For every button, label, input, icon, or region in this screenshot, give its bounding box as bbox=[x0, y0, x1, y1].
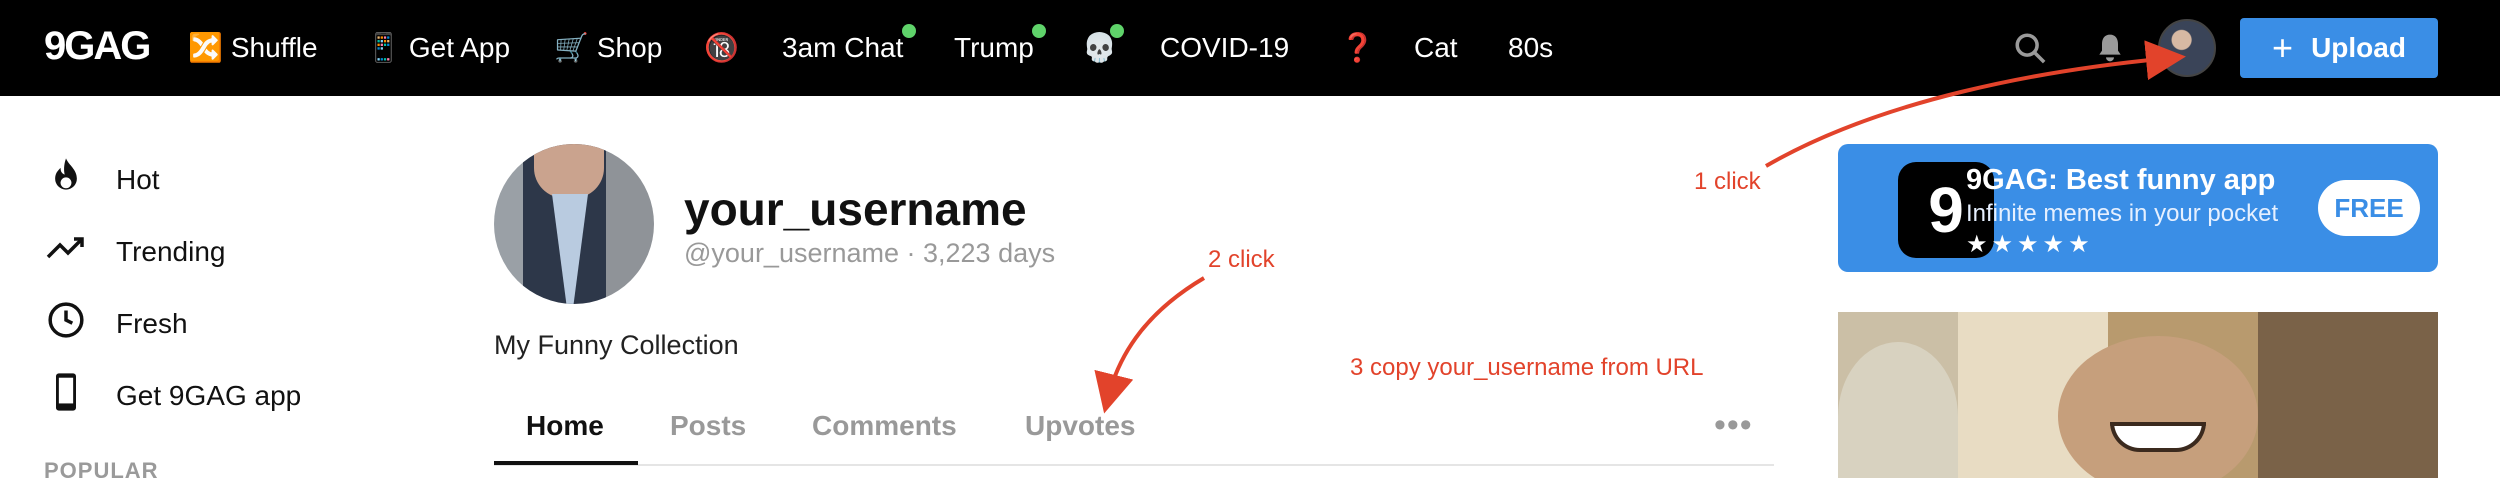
nav-get-app[interactable]: 📱 Get App bbox=[366, 28, 510, 68]
nav-label: Shuffle bbox=[230, 32, 318, 63]
free-button[interactable]: FREE bbox=[2318, 180, 2420, 236]
annotation-step-3: 3 copy your_username from URL bbox=[1350, 354, 1704, 381]
online-dot bbox=[1032, 24, 1046, 38]
top-navbar: 9GAG 🔀 Shuffle 📱 Get App 🛒 Shop 🔞 3am Ch… bbox=[0, 0, 2500, 96]
nav-label: Shop bbox=[596, 32, 663, 63]
tab-posts[interactable]: Posts bbox=[670, 410, 746, 442]
nav-shop[interactable]: 🛒 Shop bbox=[554, 28, 662, 68]
search-icon[interactable] bbox=[2010, 28, 2050, 68]
nav-label: Get App bbox=[408, 32, 511, 63]
nav-question[interactable]: ❓ bbox=[1340, 28, 1383, 68]
sidebar-item-label: Fresh bbox=[116, 308, 188, 339]
tabs-divider bbox=[494, 464, 1774, 466]
nav-3am-chat[interactable]: 3am Chat bbox=[782, 28, 903, 68]
profile-avatar bbox=[494, 144, 654, 304]
image-vase bbox=[1838, 342, 1958, 478]
annotation-step-1: 1 click bbox=[1694, 168, 1761, 195]
upload-button[interactable]: + Upload bbox=[2240, 18, 2438, 78]
skull-icon: 💀 bbox=[1082, 32, 1117, 63]
online-dot bbox=[902, 24, 916, 38]
nav-cat[interactable]: Cat bbox=[1414, 28, 1458, 68]
nsfw-icon: 🔞 bbox=[704, 32, 739, 63]
profile-username: your_username bbox=[684, 183, 1027, 235]
active-tab-indicator bbox=[494, 461, 638, 465]
nav-label: 3am Chat bbox=[782, 32, 904, 63]
logo[interactable]: 9GAG bbox=[44, 24, 151, 69]
nav-trump[interactable]: Trump bbox=[954, 28, 1034, 68]
tab-upvotes[interactable]: Upvotes bbox=[1025, 410, 1135, 442]
clock-icon bbox=[44, 301, 88, 347]
image-face bbox=[2058, 336, 2258, 478]
shuffle-icon: 🔀 bbox=[188, 32, 223, 63]
sidebar-item-hot[interactable]: Hot bbox=[44, 156, 160, 204]
nav-label: 80s bbox=[1508, 32, 1554, 63]
image-grin bbox=[2110, 422, 2206, 452]
online-dot bbox=[1110, 24, 1124, 38]
user-avatar[interactable] bbox=[2158, 19, 2216, 77]
app-title: 9GAG: Best funny app bbox=[1966, 164, 2276, 196]
page: 9GAG 🔀 Shuffle 📱 Get App 🛒 Shop 🔞 3am Ch… bbox=[0, 0, 2500, 478]
sidebar-item-trending[interactable]: Trending bbox=[44, 228, 225, 276]
sidebar-item-label: Hot bbox=[116, 164, 160, 195]
app-subtitle: Infinite memes in your pocket bbox=[1966, 200, 2279, 227]
more-options-icon[interactable]: ••• bbox=[1714, 406, 1753, 445]
rating-stars: ★★★★★ bbox=[1966, 231, 2094, 258]
nav-nsfw[interactable]: 🔞 bbox=[704, 28, 747, 68]
sidebar-item-fresh[interactable]: Fresh bbox=[44, 300, 188, 348]
nav-label: COVID-19 bbox=[1160, 32, 1290, 63]
nav-shuffle[interactable]: 🔀 Shuffle bbox=[188, 28, 318, 68]
question-icon: ❓ bbox=[1340, 32, 1375, 63]
annotation-step-2: 2 click bbox=[1208, 246, 1275, 273]
nav-covid[interactable]: COVID-19 bbox=[1160, 28, 1289, 68]
tab-home[interactable]: Home bbox=[526, 410, 604, 442]
nav-80s[interactable]: 80s bbox=[1508, 28, 1553, 68]
cart-icon: 🛒 bbox=[554, 32, 589, 63]
sidebar-item-label: Get 9GAG app bbox=[116, 380, 302, 411]
phone-icon bbox=[44, 372, 88, 420]
profile-collection-title: My Funny Collection bbox=[494, 330, 739, 360]
flame-icon bbox=[44, 157, 88, 203]
avatar-face bbox=[534, 144, 604, 198]
plus-icon: + bbox=[2272, 27, 2294, 68]
arrow-to-upvotes bbox=[1094, 276, 1206, 414]
avatar-shirt bbox=[552, 194, 588, 304]
nav-label: Trump bbox=[954, 32, 1034, 63]
profile-handle: @your_username · 3,223 days bbox=[684, 238, 1056, 268]
sidebar-item-get-app[interactable]: Get 9GAG app bbox=[44, 372, 301, 420]
sidebar-section-heading: POPULAR bbox=[44, 458, 159, 478]
trending-icon bbox=[44, 235, 88, 269]
moon-icon[interactable] bbox=[1934, 28, 1974, 68]
upload-label: Upload bbox=[2311, 32, 2406, 63]
sidebar-item-label: Trending bbox=[116, 236, 226, 267]
nav-label: Cat bbox=[1414, 32, 1458, 63]
featured-post-image[interactable] bbox=[1838, 312, 2438, 478]
app-promo-banner[interactable]: 9 9GAG: Best funny app Infinite memes in… bbox=[1838, 144, 2438, 272]
tab-comments[interactable]: Comments bbox=[812, 410, 957, 442]
phone-icon: 📱 bbox=[366, 32, 401, 63]
bell-icon[interactable] bbox=[2090, 28, 2130, 68]
